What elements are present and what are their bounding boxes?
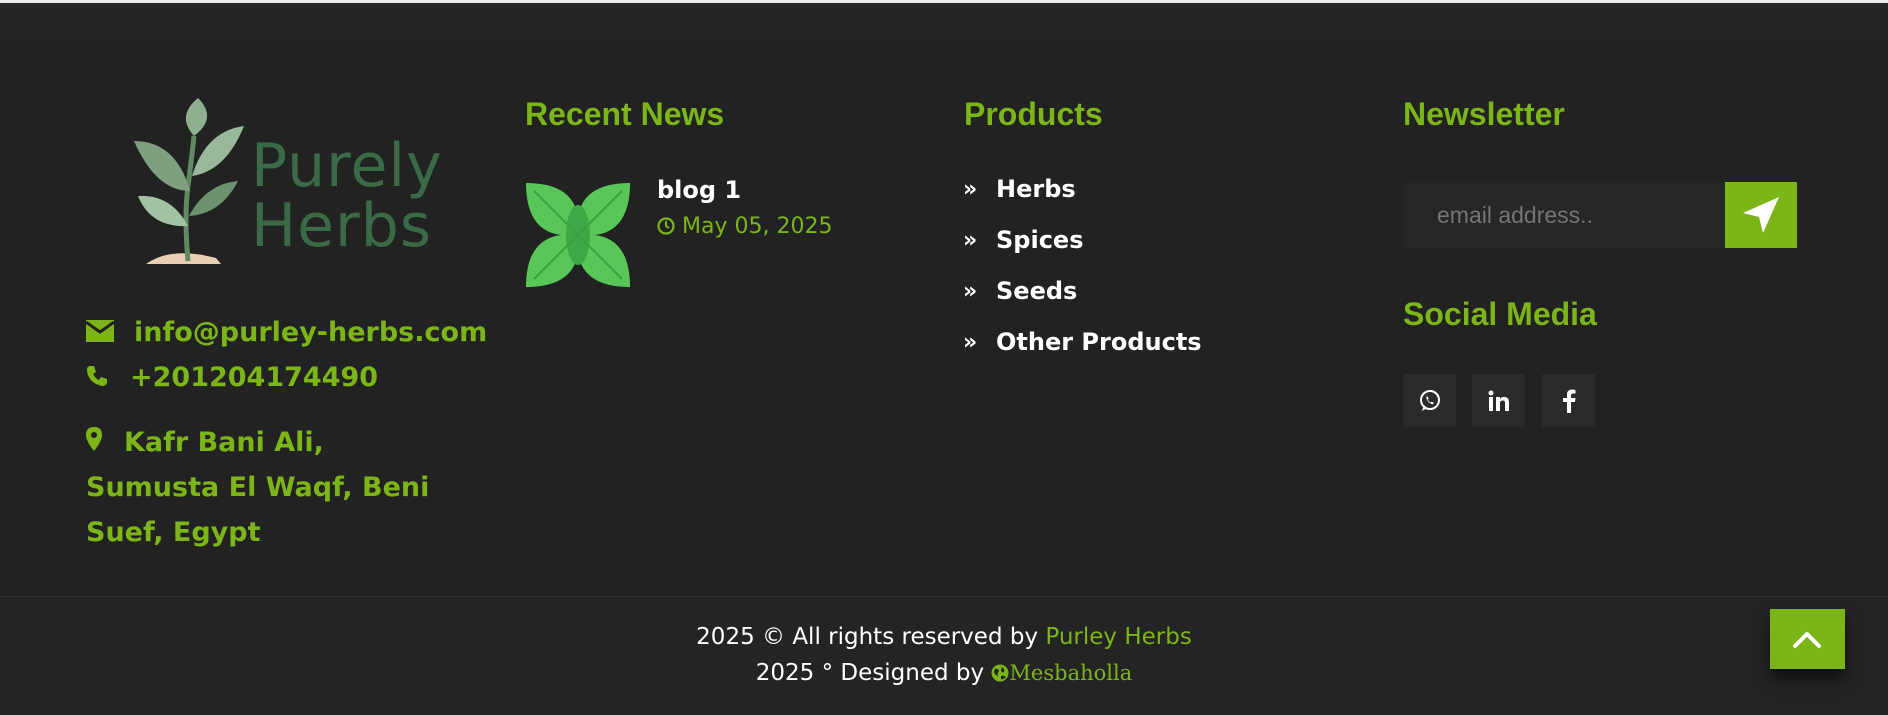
- double-chevron-right-icon: »: [963, 228, 978, 253]
- news-item-title[interactable]: blog 1: [657, 176, 741, 204]
- product-link-seeds[interactable]: » Seeds: [963, 277, 1077, 305]
- email-text: info@purley-herbs.com: [134, 317, 488, 348]
- double-chevron-right-icon: »: [963, 330, 978, 355]
- product-link-herbs[interactable]: » Herbs: [963, 175, 1076, 203]
- phone-text: +201204174490: [130, 362, 379, 393]
- copyright-line: 2025 © All rights reserved by Purley Her…: [0, 624, 1888, 650]
- leaf-thumbnail-icon: [525, 182, 631, 288]
- facebook-button[interactable]: [1542, 374, 1595, 427]
- product-link-other[interactable]: » Other Products: [963, 328, 1202, 356]
- plant-logo-icon: [134, 98, 244, 264]
- scroll-to-top-button[interactable]: [1770, 609, 1845, 669]
- newsletter-title: Newsletter: [1403, 96, 1565, 132]
- contact-email[interactable]: info@purley-herbs.com: [85, 317, 488, 349]
- logo-line-2: Herbs: [251, 191, 433, 261]
- whatsapp-button[interactable]: [1403, 374, 1456, 427]
- brand-link[interactable]: Purley Herbs: [1045, 624, 1191, 650]
- purely-herbs-logo[interactable]: Purely Herbs: [126, 96, 446, 266]
- newsletter-submit-button[interactable]: [1725, 182, 1797, 248]
- social-media-title: Social Media: [1403, 296, 1597, 332]
- product-label: Herbs: [996, 175, 1076, 203]
- designer-link[interactable]: Mesbaholla: [1009, 661, 1132, 685]
- chevron-up-icon: [1793, 632, 1821, 648]
- copyright-text: 2025 © All rights reserved by: [696, 624, 1039, 650]
- facebook-icon: [1562, 389, 1575, 413]
- logo-wordmark: Purely Herbs: [251, 136, 443, 256]
- clock-icon: [657, 214, 682, 239]
- contact-address: Kafr Bani Ali, Sumusta El Waqf, Beni Sue…: [86, 420, 456, 555]
- products-title: Products: [964, 96, 1103, 132]
- map-marker-icon: [86, 420, 124, 465]
- envelope-icon: [85, 318, 126, 349]
- linkedin-button[interactable]: [1472, 374, 1525, 427]
- product-label: Seeds: [996, 277, 1078, 305]
- newsletter-email-input[interactable]: [1403, 182, 1725, 248]
- news-thumbnail[interactable]: [524, 181, 632, 289]
- logo-line-1: Purely: [251, 131, 443, 201]
- send-icon: [1743, 197, 1779, 233]
- double-chevron-right-icon: »: [963, 177, 978, 202]
- product-link-spices[interactable]: » Spices: [963, 226, 1083, 254]
- recent-news-title: Recent News: [525, 96, 725, 132]
- address-text: Kafr Bani Ali, Sumusta El Waqf, Beni Sue…: [86, 427, 430, 548]
- linkedin-icon: [1488, 390, 1509, 411]
- designed-by-line: 2025 ° Designed by Mesbaholla: [0, 660, 1888, 686]
- footer-bottom-bar: [0, 596, 1888, 715]
- contact-phone[interactable]: +201204174490: [86, 362, 378, 394]
- news-item-date: May 05, 2025: [657, 214, 832, 239]
- product-label: Spices: [996, 226, 1084, 254]
- news-date-text: May 05, 2025: [682, 214, 833, 239]
- whatsapp-icon: [1419, 389, 1440, 411]
- double-chevron-right-icon: »: [963, 279, 978, 304]
- phone-icon: [86, 363, 126, 394]
- globe-icon: [991, 660, 1009, 686]
- designed-by-text: 2025 ° Designed by: [755, 660, 985, 686]
- product-label: Other Products: [996, 328, 1202, 356]
